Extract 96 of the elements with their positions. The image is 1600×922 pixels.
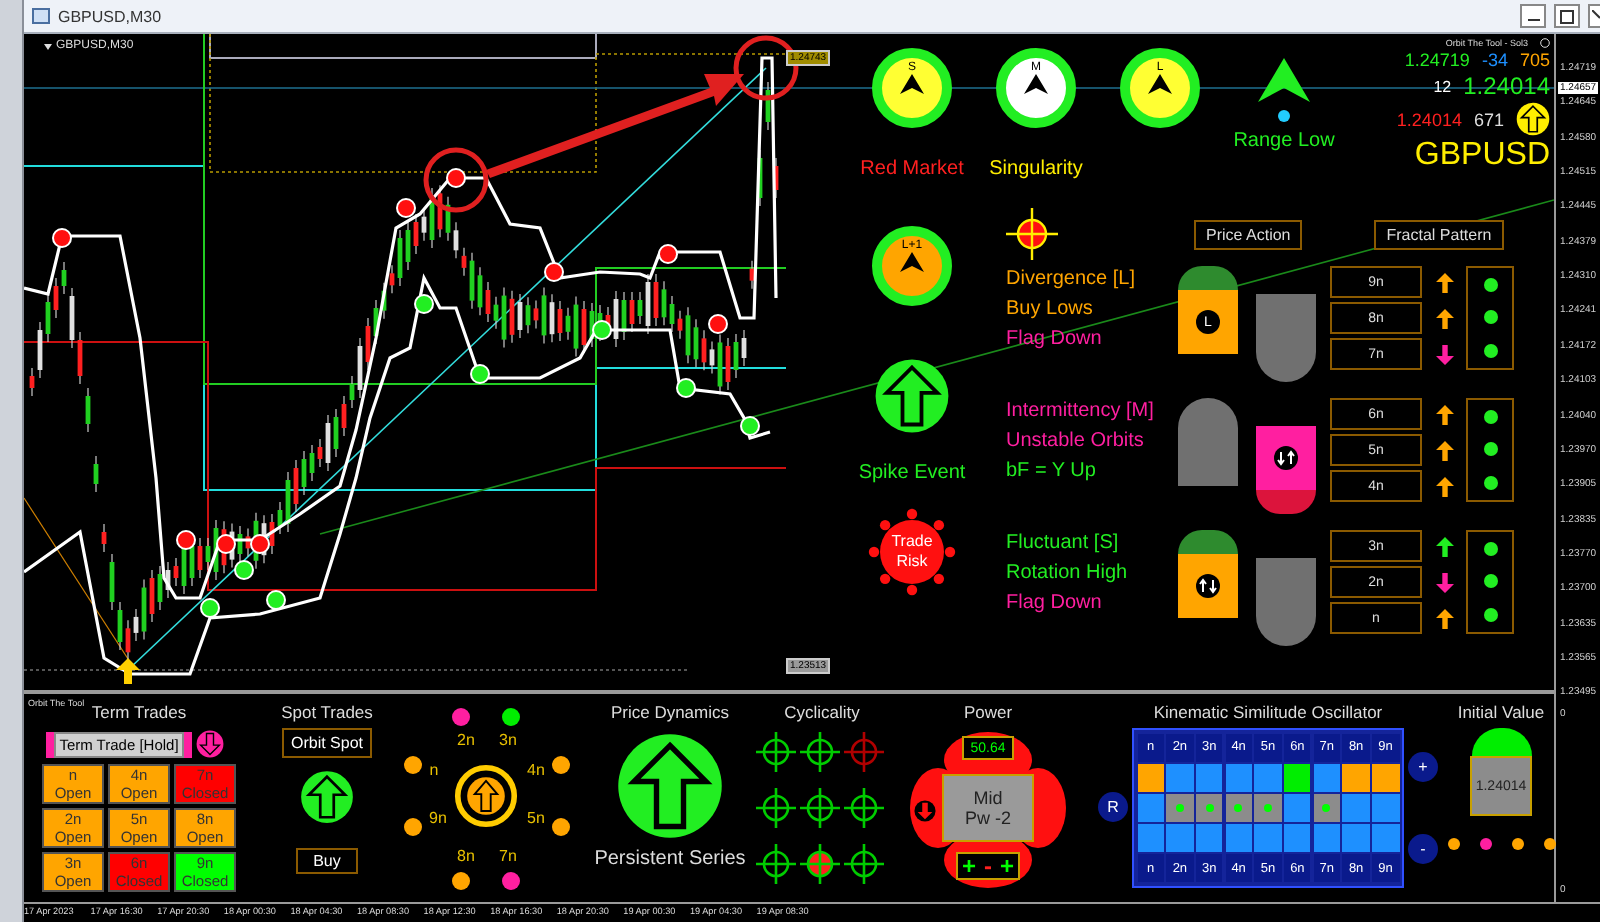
close-button[interactable] xyxy=(1588,4,1600,28)
buy-signal-dot xyxy=(470,364,490,384)
status-dot xyxy=(1483,608,1497,623)
symbol-name: GBPUSD xyxy=(1414,138,1550,174)
buy-button[interactable]: Buy xyxy=(295,848,359,874)
section-title: Power xyxy=(963,702,1013,724)
price-action-button[interactable]: Price Action xyxy=(1194,219,1303,249)
section-title: Term Trades xyxy=(91,702,187,724)
reset-button[interactable]: R xyxy=(1098,792,1128,823)
signal-text: bF = Y Up xyxy=(1006,460,1098,482)
buy-signal-dot xyxy=(234,560,254,580)
low-price: 1.24014 xyxy=(1396,109,1462,129)
ask-price: 1.24719 xyxy=(1404,50,1470,70)
status-dot xyxy=(1483,476,1497,491)
sell-signal-dot xyxy=(708,314,728,334)
signal-text: Fluctuant [S] xyxy=(1006,532,1121,554)
empty-capsule xyxy=(1256,294,1316,382)
market-label: Red Market xyxy=(860,157,964,179)
maximize-button[interactable] xyxy=(1554,4,1580,28)
status-dot xyxy=(1264,803,1272,812)
signal-text: Buy Lows xyxy=(1006,298,1095,320)
caret-up-icon xyxy=(900,74,924,94)
dropdown-icon xyxy=(44,43,52,49)
empty-capsule xyxy=(1256,558,1316,646)
power-status: Mid Pw -2 xyxy=(942,774,1034,842)
bar-count: 12 xyxy=(1433,77,1452,95)
section-title: Cyclicality xyxy=(784,702,860,724)
status-dot xyxy=(1483,541,1497,556)
sell-signal-dot xyxy=(544,262,564,282)
status-dot xyxy=(1278,110,1290,122)
status-dot xyxy=(1483,277,1497,292)
counter-value: 705 xyxy=(1519,50,1550,70)
caret-up-icon xyxy=(1024,74,1048,94)
status-dot xyxy=(1483,574,1497,589)
signal-text: Flag Down xyxy=(1006,328,1104,350)
signal-text: Intermittency [M] xyxy=(1006,400,1156,422)
chart-window-icon xyxy=(32,8,50,24)
status-dot xyxy=(1322,803,1331,812)
sell-signal-dot xyxy=(250,534,270,554)
section-title: Initial Value xyxy=(1457,702,1545,724)
caret-up-icon xyxy=(900,252,924,272)
section-title: Spot Trades xyxy=(281,702,373,724)
status-dot xyxy=(1175,803,1184,812)
range-label: Range Low xyxy=(1233,130,1335,152)
arrow-up-icon xyxy=(116,658,140,684)
signal-text: Unstable Orbits xyxy=(1006,430,1146,452)
buy-signal-dot xyxy=(740,416,760,436)
section-title: Price Dynamics xyxy=(610,702,730,724)
sell-signal-dot xyxy=(658,244,678,264)
status-dot xyxy=(1483,310,1497,325)
spike-label: Spike Event xyxy=(858,462,966,484)
orbit-label: 5n xyxy=(527,809,545,827)
orbit-label: 9n xyxy=(429,809,447,827)
plus-button[interactable]: + xyxy=(1408,751,1438,782)
signal-text: Flag Down xyxy=(1006,592,1104,614)
status-dot xyxy=(1483,442,1497,457)
status-dot xyxy=(1483,409,1497,424)
orbit-label: n xyxy=(429,761,439,779)
counter-value: 671 xyxy=(1473,109,1504,129)
orbit-label: 2n xyxy=(457,731,475,749)
orbit-spot-button[interactable]: Orbit Spot xyxy=(282,728,371,758)
signal-text: Rotation High xyxy=(1006,562,1130,584)
highlight-circle xyxy=(423,147,489,213)
signal-text: Divergence [L] xyxy=(1006,268,1137,290)
sell-signal-dot xyxy=(396,198,416,218)
orbit-label: 3n xyxy=(499,731,517,749)
dome-indicator xyxy=(1471,728,1531,756)
power-signs: + - + xyxy=(956,852,1020,880)
empty-capsule xyxy=(1178,398,1238,486)
sell-signal-dot xyxy=(216,534,236,554)
current-price: 1.24014 xyxy=(1463,72,1550,100)
state-label: Singularity xyxy=(989,157,1083,179)
status-dot xyxy=(1205,803,1214,812)
section-title: Kinematic Similitude Oscillator xyxy=(1153,702,1383,724)
orbit-label: 8n xyxy=(457,847,475,865)
buy-signal-dot xyxy=(414,294,434,314)
buy-signal-dot xyxy=(676,378,696,398)
maximize-icon xyxy=(1560,9,1574,23)
close-icon xyxy=(1591,10,1599,22)
fractal-pattern-button[interactable]: Fractal Pattern xyxy=(1374,219,1504,249)
minimize-button[interactable] xyxy=(1520,4,1546,28)
caret-up-icon xyxy=(1148,74,1172,94)
price-change: -34 xyxy=(1481,50,1508,70)
buy-signal-dot xyxy=(200,598,220,618)
status-dot xyxy=(1234,803,1243,812)
sell-signal-dot xyxy=(176,530,196,550)
sell-signal-dot xyxy=(52,228,72,248)
minus-button[interactable]: - xyxy=(1408,833,1438,864)
target-icon xyxy=(1006,208,1058,260)
series-label: Persistent Series xyxy=(594,848,746,870)
window-title: GBPUSD,M30 xyxy=(58,7,164,25)
buy-signal-dot xyxy=(266,590,286,610)
status-dot xyxy=(1483,344,1497,359)
sell-signal-dot xyxy=(446,168,466,188)
orbit-label: 7n xyxy=(499,847,517,865)
orbit-label: 4n xyxy=(527,761,545,779)
